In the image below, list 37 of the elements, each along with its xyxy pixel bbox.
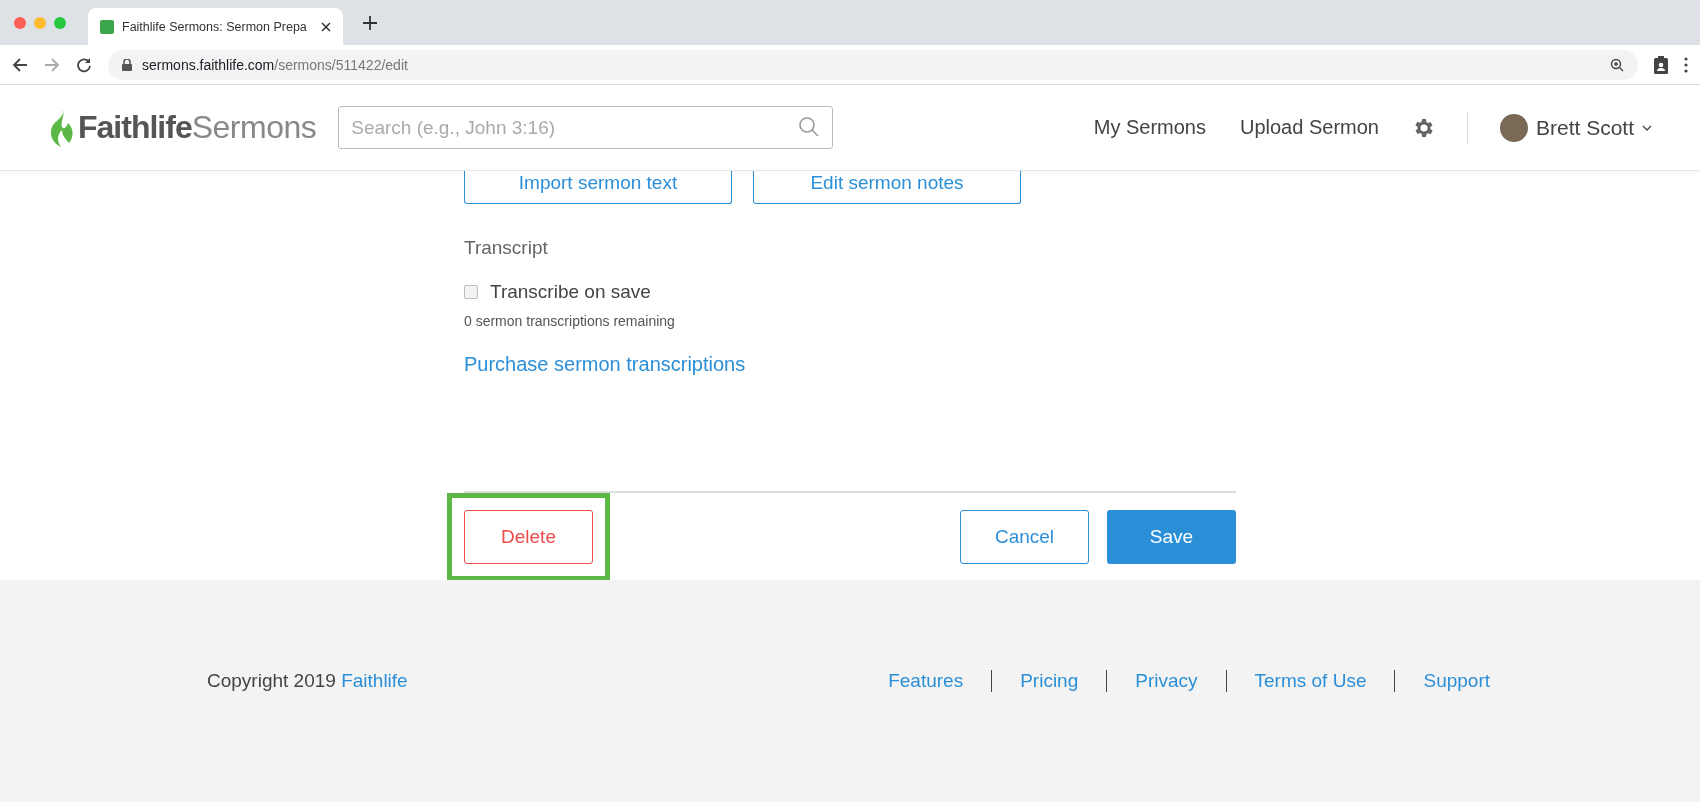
- search-icon: [799, 117, 820, 137]
- save-button[interactable]: Save: [1107, 510, 1236, 564]
- transcribe-checkbox[interactable]: Transcribe on save: [464, 281, 1236, 303]
- address-bar[interactable]: sermons.faithlife.com/sermons/511422/edit: [108, 49, 1638, 80]
- more-menu-icon[interactable]: [1684, 56, 1688, 73]
- action-button[interactable]: Import sermon text: [464, 171, 732, 204]
- clipboard-icon[interactable]: [1654, 55, 1668, 74]
- browser-tab[interactable]: Faithlife Sermons: Sermon Prepa: [88, 8, 343, 45]
- site-logo[interactable]: FaithlifeSermons: [48, 108, 317, 147]
- copyright-text: Copyright 2019 Faithlife: [207, 670, 408, 692]
- user-menu[interactable]: Brett Scott: [1499, 113, 1652, 142]
- search-field[interactable]: Search (e.g., John 3:16): [338, 106, 834, 149]
- purchase-link[interactable]: Purchase sermon transcriptions: [464, 353, 746, 376]
- close-icon[interactable]: [321, 21, 331, 32]
- zoom-icon[interactable]: [1610, 57, 1624, 72]
- faithlife-link[interactable]: Faithlife: [341, 670, 408, 691]
- reload-icon[interactable]: [76, 56, 92, 73]
- url-text: sermons.faithlife.com/sermons/511422/edit: [142, 56, 408, 73]
- cancel-button[interactable]: Cancel: [960, 510, 1089, 564]
- avatar: [1499, 113, 1528, 142]
- footer-link[interactable]: Features: [888, 670, 964, 692]
- chevron-down-icon: [1642, 124, 1652, 131]
- footer-link[interactable]: Pricing: [1020, 670, 1079, 692]
- checkbox[interactable]: [464, 285, 478, 299]
- new-tab-icon[interactable]: [363, 15, 377, 30]
- footer-link[interactable]: Terms of Use: [1254, 670, 1367, 692]
- section-title: Transcript: [464, 237, 549, 259]
- footer-link[interactable]: Support: [1423, 670, 1490, 692]
- back-arrow-icon[interactable]: [12, 56, 28, 73]
- action-button[interactable]: Edit sermon notes: [753, 171, 1021, 204]
- remaining-count: 0 sermon transcriptions remaining: [464, 313, 676, 329]
- lock-icon: [122, 58, 132, 71]
- favicon-icon: [100, 19, 114, 34]
- nav-link[interactable]: Upload Sermon: [1240, 116, 1379, 139]
- nav-link[interactable]: My Sermons: [1093, 116, 1206, 139]
- delete-button[interactable]: Delete: [464, 510, 593, 564]
- footer-link[interactable]: Privacy: [1135, 670, 1198, 692]
